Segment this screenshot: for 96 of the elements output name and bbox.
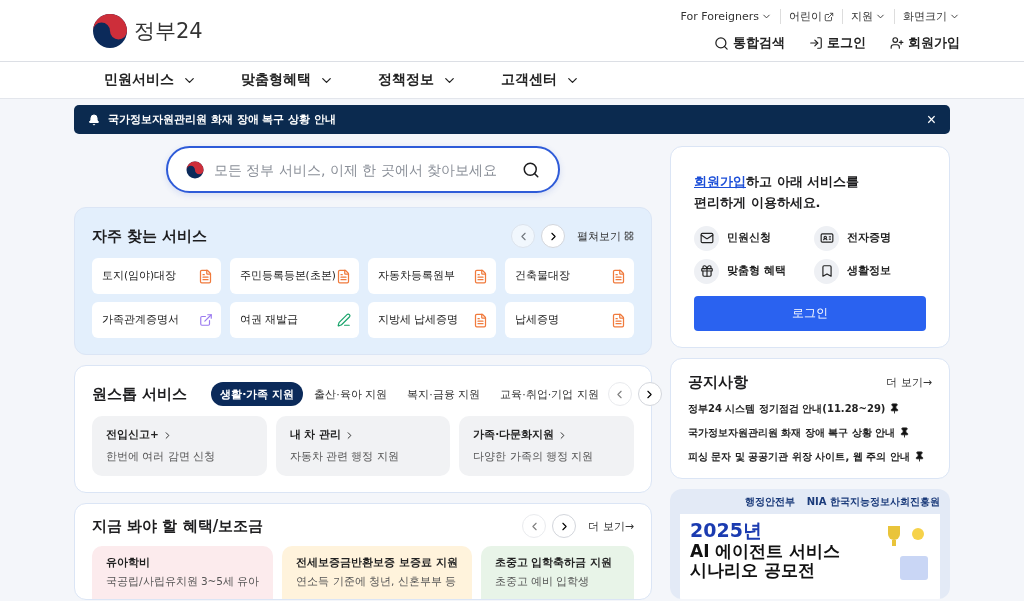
notice-text[interactable]: 국가정보자원관리원 화재 장애 복구 상황 안내 [108,112,919,127]
document-icon [611,312,626,328]
utility-link[interactable]: For Foreigners [672,10,780,23]
header-action-link[interactable]: 로그인 [809,34,866,52]
section-title: 공지사항 [688,372,748,392]
utility-link[interactable]: 화면크기 [894,9,968,24]
notice-item[interactable]: 국가정보자원관리원 화재 장애 복구 상황 안내 [688,425,932,440]
promo-banner[interactable]: 행정안전부 NIA 한국지능정보사회진흥원 2025년 AI 에이전트 서비스 시나리오 공모전 [670,488,950,599]
expand-link[interactable]: 펼쳐보기 [577,228,634,244]
document-icon [335,268,351,284]
section-title: 자주 찾는 서비스 [92,226,208,246]
document-icon [611,268,626,284]
gift-icon [699,264,714,279]
header-action-link[interactable]: 회원가입 [890,34,960,52]
service-card[interactable]: 전입신고+ 한번에 여러 감면 신청 [92,416,267,476]
section-title: 원스톱 서비스 [92,384,188,404]
emblem-logo-icon [92,12,128,49]
card-title: 내 차 관리 [289,428,437,442]
card-title: 전입신고+ [106,428,253,442]
user-plus-icon [890,36,904,50]
feature-link[interactable]: 생활정보 [814,258,926,284]
pin-icon [913,451,925,463]
category-tab[interactable]: 복지·금융 지원 [398,382,490,406]
benefit-card[interactable]: 유아학비 국공립/사립유치원 3~5세 유아 [92,546,274,599]
join-link[interactable]: 회원가입 [694,174,746,189]
promo-title: 시나리오 공모전 [690,561,816,581]
external-link-icon [198,313,213,327]
feature-link[interactable]: 전자증명 [814,225,926,251]
login-button[interactable]: 로그인 [694,295,926,331]
service-card[interactable]: 가족·다문화지원 다양한 가족의 행정 지원 [459,416,634,476]
promo-title: AI 에이전트 서비스 [690,541,841,562]
document-icon [197,268,213,284]
next-button[interactable] [637,382,662,406]
category-tab[interactable]: 교육·취업·기업 지원 [491,382,608,406]
benefit-card[interactable]: 초중고 입학축하금 지원 초중고 예비 입학생 [480,546,634,599]
logo-text[interactable]: 정부24 [134,16,203,45]
id-card-icon [819,231,834,246]
bookmark-icon [819,264,834,279]
search-input[interactable]: 모든 정부 서비스, 이제 한 곳에서 찾아보세요 [212,160,514,179]
service-tile[interactable]: 자동차등록원부 [367,258,497,294]
card-description: 초중고 예비 입학생 [494,575,591,589]
section-title: 지금 봐야 할 혜택/보조금 [92,516,264,536]
card-title: 초중고 입학축하금 지원 [494,556,613,570]
category-tab[interactable]: 출산·육아 지원 [305,382,397,406]
benefit-card[interactable]: 전세보증금반환보증 보증료 지원 연소득 기준에 청년, 신혼부부 등 [282,546,472,599]
search-field[interactable]: 모든 정부 서비스, 이제 한 곳에서 찾아보세요 [166,146,560,193]
document-icon [473,268,489,284]
card-description: 다양한 가족의 행정 지원 [473,450,595,464]
external-link-icon [824,11,834,22]
card-title: 가족·다문화지원 [473,428,620,442]
sponsor-text: 행정안전부 [744,494,795,509]
service-tile[interactable]: 여권 재발급 [229,302,359,338]
nav-menu-item[interactable]: 맞춤형혜택 [241,71,334,89]
emblem-logo-icon [186,160,204,179]
pen-icon [336,313,351,327]
category-tab[interactable]: 생활·가족 지원 [211,382,304,406]
nav-menu-item[interactable]: 정책정보 [378,71,457,89]
pin-icon [899,427,911,439]
service-tile[interactable]: 지방세 납세증명 [367,302,497,338]
nav-menu-item[interactable]: 민원서비스 [104,71,197,89]
feature-link[interactable]: 맞춤형 혜택 [694,258,806,284]
utility-link[interactable]: 어린이 [780,9,842,24]
card-description: 자동차 관련 행정 지원 [289,450,400,464]
card-title: 유아학비 [106,556,151,570]
mail-icon [699,231,714,246]
service-card[interactable]: 내 차 관리 자동차 관련 행정 지원 [275,416,451,476]
next-button[interactable] [552,514,577,538]
service-tile[interactable]: 가족관계증명서 [92,302,221,338]
notice-item[interactable]: 피싱 문자 및 공공기관 위장 사이트, 웹 주의 안내 [688,449,932,464]
login-icon [809,36,823,50]
grid-icon [624,231,634,241]
next-button[interactable] [541,224,565,248]
feature-link[interactable]: 민원신청 [694,225,806,251]
header-action-link[interactable]: 통합검색 [714,34,785,52]
search-icon [714,35,729,51]
sponsor-text: NIA 한국지능정보사회진흥원 [806,494,940,509]
pin-icon [889,403,901,415]
service-tile[interactable]: 주민등록등본(초본) [229,258,359,294]
service-tile[interactable]: 건축물대장 [505,258,634,294]
search-icon [522,160,540,179]
card-title: 전세보증금반환보증 보증료 지원 [296,556,458,570]
card-description: 연소득 기준에 청년, 신혼부부 등 [296,575,458,589]
notice-item[interactable]: 정부24 시스템 정기점검 안내(11.28~29) [688,401,932,416]
nav-menu-item[interactable]: 고객센터 [501,71,580,89]
document-icon [473,312,489,328]
more-link[interactable]: 더 보기→ [588,518,634,534]
promo-title: 2025년 [690,519,763,542]
more-link[interactable]: 더 보기→ [886,374,932,390]
service-tile[interactable]: 토지(임야)대장 [92,258,221,294]
utility-link[interactable]: 지원 [842,9,894,24]
login-message: 회원가입하고 아래 서비스를 편리하게 이용하세요. [694,173,861,213]
card-description: 국공립/사립유치원 3~5세 유아 [106,575,260,589]
service-tile[interactable]: 납세증명 [505,302,634,338]
card-description: 한번에 여러 감면 신청 [106,450,216,464]
bell-icon [88,113,100,126]
close-button[interactable]: × [926,111,936,128]
